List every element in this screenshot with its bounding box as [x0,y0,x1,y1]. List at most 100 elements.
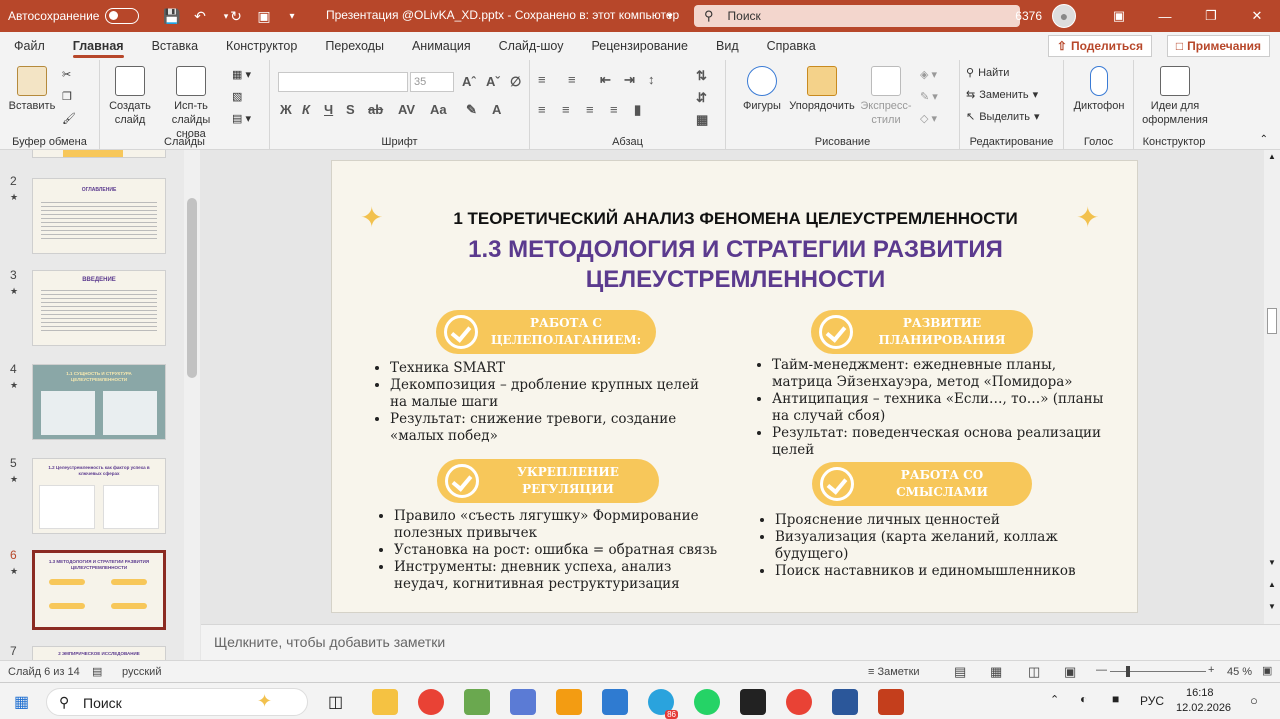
align-text-icon[interactable]: ⇵ [696,90,707,106]
telegram-icon[interactable]: 86 [648,689,678,719]
zoom-out-icon[interactable]: — [1096,664,1107,676]
file-explorer-icon[interactable] [372,689,398,715]
undo-icon[interactable]: ↶ [190,6,210,26]
share-button[interactable]: ⇧ Поделиться [1047,35,1152,57]
normal-view-icon[interactable]: ▤ [954,664,966,680]
reuse-slides-button[interactable]: Исп-ть слайды снова [156,66,226,141]
reading-view-icon[interactable]: ◫ [1028,664,1040,680]
zoom-slider[interactable] [1110,671,1206,672]
font-color-icon[interactable]: A [492,102,501,117]
prev-slide-icon[interactable]: ▲ [1268,580,1276,589]
shrink-font-icon[interactable]: Aˇ [486,74,500,89]
tab-file[interactable]: Файл [0,32,59,60]
tab-insert[interactable]: Вставка [138,32,212,60]
align-right-icon[interactable]: ≡ [586,102,594,117]
shadow-icon[interactable]: S [346,102,355,117]
bullets-icon[interactable]: ≡ [538,72,546,87]
bold-icon[interactable]: Ж [280,102,292,117]
block-title-regulation[interactable]: УКРЕПЛЕНИЕ РЕГУЛЯЦИИ [437,459,659,503]
powerpoint-icon[interactable] [878,689,904,715]
cut-icon[interactable]: ✂ [62,68,71,81]
zoom-slider-thumb[interactable] [1126,666,1130,677]
tab-slideshow[interactable]: Слайд-шоу [485,32,578,60]
title-dropdown-icon[interactable]: ▾ [660,6,680,26]
search-box[interactable]: ⚲ Поиск [694,5,1020,27]
clock-time[interactable]: 16:18 [1186,687,1214,699]
arrange-button[interactable]: Упорядочить [786,66,858,113]
char-spacing-icon[interactable]: AV [398,102,415,117]
font-size-select[interactable]: 35 [410,72,454,92]
line-spacing-icon[interactable]: ↕ [648,72,655,87]
task-view-icon[interactable]: ◫ [328,692,343,712]
slide-thumbnail-7[interactable]: 2 ЭМПИРИЧЕСКОЕ ИССЛЕДОВАНИЕ [32,646,166,660]
chrome-icon[interactable] [418,689,444,715]
bullet-list-goal-setting[interactable]: Техника SMART Декомпозиция – дробление к… [372,360,712,445]
columns-icon[interactable]: ▮ [634,102,641,118]
slide-thumbnail-4[interactable]: 1.1 СУЩНОСТЬ И СТРУКТУРА ЦЕЛЕУСТРЕМЛЕННО… [32,364,166,440]
format-painter-icon[interactable]: 🖌 [62,112,76,125]
decrease-indent-icon[interactable]: ⇤ [600,72,611,88]
find-button[interactable]: ⚲ Найти [966,66,1009,80]
section-icon[interactable]: ▤ ▾ [232,112,251,125]
highlight-icon[interactable]: ✎ [466,102,477,118]
notion-icon[interactable] [740,689,766,715]
scroll-thumb[interactable] [187,198,197,378]
quick-styles-button[interactable]: Экспресс-стили [858,66,914,127]
sublime-icon[interactable] [556,689,582,715]
slide-thumbnail-2[interactable]: ОГЛАВЛЕНИЕ [32,178,166,254]
ribbon-display-icon[interactable]: ▣ [1096,0,1142,32]
block-title-planning[interactable]: РАЗВИТИЕ ПЛАНИРОВАНИЯ [811,310,1033,354]
bullet-list-planning[interactable]: Тайм-менеджмент: ежедневные планы, матри… [754,357,1114,459]
next-slide-icon[interactable]: ▼ [1268,602,1276,611]
italic-icon[interactable]: К [302,102,310,117]
design-ideas-button[interactable]: Идеи для оформления [1138,66,1212,127]
app-icon[interactable] [510,689,536,715]
slide-heading[interactable]: 1 ТЕОРЕТИЧЕСКИЙ АНАЛИЗ ФЕНОМЕНА ЦЕЛЕУСТР… [332,209,1139,229]
outlook-icon[interactable] [602,689,628,715]
tab-transitions[interactable]: Переходы [311,32,398,60]
dictate-button[interactable]: Диктофон [1068,66,1130,113]
sorter-view-icon[interactable]: ▦ [990,664,1002,680]
clear-format-icon[interactable]: ∅ [510,74,521,90]
tab-help[interactable]: Справка [753,32,830,60]
scroll-thumb[interactable] [1267,308,1277,334]
grow-font-icon[interactable]: Aˆ [462,74,476,89]
thumbnails-scrollbar[interactable] [184,150,200,660]
underline-icon[interactable]: Ч [324,102,333,117]
notepad-icon[interactable] [464,689,490,715]
zoom-in-icon[interactable]: + [1208,664,1214,676]
zoom-level[interactable]: 45 % [1227,666,1252,678]
autosave-control[interactable]: Автосохранение [8,8,140,24]
slide-thumbnail-1[interactable] [32,150,166,158]
redo-icon[interactable]: ↻ [226,6,246,26]
tab-animations[interactable]: Анимация [398,32,485,60]
tray-chevron-icon[interactable]: ⌃ [1050,693,1059,706]
current-slide[interactable]: ✦ ✦ 1 ТЕОРЕТИЧЕСКИЙ АНАЛИЗ ФЕНОМЕНА ЦЕЛЕ… [331,160,1138,613]
tab-view[interactable]: Вид [702,32,753,60]
close-button[interactable]: ✕ [1234,0,1280,32]
shapes-button[interactable]: Фигуры [736,66,788,113]
slideshow-icon[interactable]: ▣ [254,6,274,26]
chrome-icon[interactable] [786,689,812,715]
comments-button[interactable]: □ Примечания [1166,35,1270,57]
block-title-meanings[interactable]: РАБОТА СО СМЫСЛАМИ [812,462,1032,506]
customize-toolbar-icon[interactable]: ▾ [282,6,302,26]
numbering-icon[interactable]: ≡ [568,72,576,87]
autosave-toggle[interactable] [105,8,140,24]
font-family-select[interactable] [278,72,408,92]
tray-app-icon[interactable]: ■ [1112,692,1119,706]
scroll-down-icon[interactable]: ▼ [1268,558,1276,567]
align-center-icon[interactable]: ≡ [562,102,570,117]
increase-indent-icon[interactable]: ⇥ [624,72,635,88]
strike-icon[interactable]: ab [368,102,383,117]
scroll-up-icon[interactable]: ▲ [1268,152,1276,161]
user-avatar[interactable]: ● [1052,4,1076,28]
canvas-scrollbar[interactable]: ▲ ▼ ▲ ▼ [1264,150,1280,660]
whatsapp-icon[interactable] [694,689,720,715]
bullet-list-regulation[interactable]: Правило «съесть лягушку» Формирование по… [376,508,726,593]
taskbar-search[interactable]: ⚲ Поиск ✦ [46,688,308,716]
change-case-icon[interactable]: Aa [430,102,447,117]
copy-icon[interactable]: ❐ [62,90,72,103]
smartart-icon[interactable]: ▦ [696,112,708,128]
tab-design[interactable]: Конструктор [212,32,311,60]
